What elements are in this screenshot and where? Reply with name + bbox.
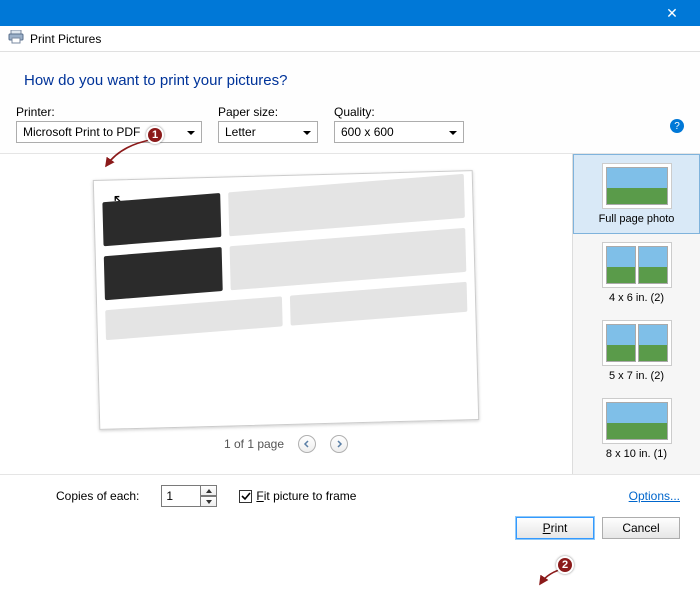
next-page-button[interactable] xyxy=(330,435,348,453)
dialog-title: Print Pictures xyxy=(30,32,101,46)
printer-icon xyxy=(8,30,24,47)
main-area: ↖ 1 of 1 page Full page photo 4 x 6 in. (… xyxy=(0,153,700,475)
checkbox-icon xyxy=(239,490,252,503)
options-link[interactable]: Options... xyxy=(629,489,680,503)
fit-to-frame-checkbox[interactable]: FFit picture to frameit picture to frame xyxy=(239,489,356,503)
paper-size-select[interactable]: Letter xyxy=(218,121,318,143)
layout-option[interactable]: 8 x 10 in. (1) xyxy=(573,390,700,468)
paper-group: Paper size: Letter xyxy=(218,105,318,143)
titlebar: ✕ xyxy=(0,0,700,26)
page-title: How do you want to print your pictures? xyxy=(24,72,676,89)
cancel-button[interactable]: Cancel xyxy=(602,517,680,539)
layout-thumbnail xyxy=(602,242,672,288)
layout-option[interactable]: 4 x 6 in. (2) xyxy=(573,234,700,312)
buttons-row: PPrintrint Cancel xyxy=(0,515,700,551)
preview-pane: ↖ 1 of 1 page xyxy=(0,154,572,474)
prev-page-button[interactable] xyxy=(298,435,316,453)
printer-label: Printer: xyxy=(16,105,202,119)
layout-thumbnail xyxy=(602,163,672,209)
heading-area: How do you want to print your pictures? xyxy=(0,52,700,101)
controls-row: Printer: Microsoft Print to PDF Paper si… xyxy=(0,101,700,153)
printer-group: Printer: Microsoft Print to PDF xyxy=(16,105,202,143)
bottom-bar: Copies of each: FFit picture to frameit … xyxy=(0,475,700,515)
copies-spin-up[interactable] xyxy=(201,485,217,496)
layout-option[interactable]: Full page photo xyxy=(573,154,700,234)
quality-label: Quality: xyxy=(334,105,464,119)
print-button[interactable]: PPrintrint xyxy=(516,517,594,539)
layout-label: 5 x 7 in. (2) xyxy=(577,370,696,382)
layout-list[interactable]: Full page photo 4 x 6 in. (2) 5 x 7 in. (2… xyxy=(572,154,700,474)
copies-box xyxy=(161,485,217,507)
layout-thumbnail xyxy=(602,398,672,444)
pager: 1 of 1 page xyxy=(224,435,348,453)
dialog-header: Print Pictures xyxy=(0,26,700,52)
annotation-badge-2: 2 xyxy=(556,556,574,574)
layout-label: 4 x 6 in. (2) xyxy=(577,292,696,304)
printer-select[interactable]: Microsoft Print to PDF xyxy=(16,121,202,143)
layout-label: Full page photo xyxy=(578,213,695,225)
copies-label: Copies of each: xyxy=(56,489,139,503)
close-button[interactable]: ✕ xyxy=(652,5,692,22)
page-status: 1 of 1 page xyxy=(224,437,284,451)
layout-label: 8 x 10 in. (1) xyxy=(577,448,696,460)
copies-input[interactable] xyxy=(161,485,201,507)
quality-group: Quality: 600 x 600 xyxy=(334,105,464,143)
paper-label: Paper size: xyxy=(218,105,318,119)
annotation-badge-1: 1 xyxy=(146,126,164,144)
quality-select[interactable]: 600 x 600 xyxy=(334,121,464,143)
help-icon[interactable]: ? xyxy=(670,119,684,133)
page-preview: ↖ xyxy=(93,170,479,430)
copies-spin-down[interactable] xyxy=(201,496,217,507)
layout-thumbnail xyxy=(602,320,672,366)
layout-option[interactable]: 5 x 7 in. (2) xyxy=(573,312,700,390)
fit-label: FFit picture to frameit picture to frame xyxy=(256,489,356,503)
